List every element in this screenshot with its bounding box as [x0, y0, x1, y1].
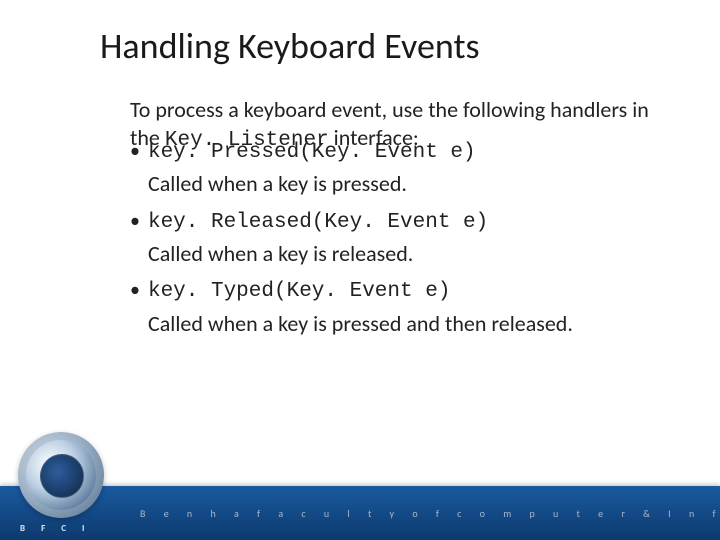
logo-badge: [18, 432, 104, 518]
bullet-list: • key. Pressed(Key. Event e) Called when…: [130, 140, 660, 337]
slide: Handling Keyboard Events To process a ke…: [0, 0, 720, 540]
footer-org-long: B e n h a f a c u l t y o f c o m p u t …: [140, 507, 700, 520]
slide-content: To process a keyboard event, use the fol…: [130, 96, 660, 337]
footer-bar: B e n h a f a c u l t y o f c o m p u t …: [0, 486, 720, 540]
item-code: key. Pressed(Key. Event e): [148, 140, 476, 166]
bullet-line: • key. Typed(Key. Event e): [130, 279, 660, 305]
item-desc: Called when a key is pressed.: [148, 170, 660, 198]
item-code: key. Typed(Key. Event e): [148, 279, 450, 305]
item-code: key. Released(Key. Event e): [148, 210, 488, 236]
bullet-line: • key. Pressed(Key. Event e): [130, 140, 660, 166]
list-item: • key. Pressed(Key. Event e) Called when…: [130, 140, 660, 198]
logo-inner-circle: [40, 454, 84, 498]
list-item: • key. Typed(Key. Event e) Called when a…: [130, 279, 660, 337]
bullet-dot: •: [130, 211, 140, 231]
footer-org-short: B F C I: [20, 523, 91, 534]
item-desc: Called when a key is pressed and then re…: [148, 310, 660, 338]
bullet-dot: •: [130, 280, 140, 300]
bullet-line: • key. Released(Key. Event e): [130, 210, 660, 236]
slide-title: Handling Keyboard Events: [100, 24, 680, 68]
bullet-dot: •: [130, 141, 140, 161]
item-desc: Called when a key is released.: [148, 240, 660, 268]
list-item: • key. Released(Key. Event e) Called whe…: [130, 210, 660, 268]
